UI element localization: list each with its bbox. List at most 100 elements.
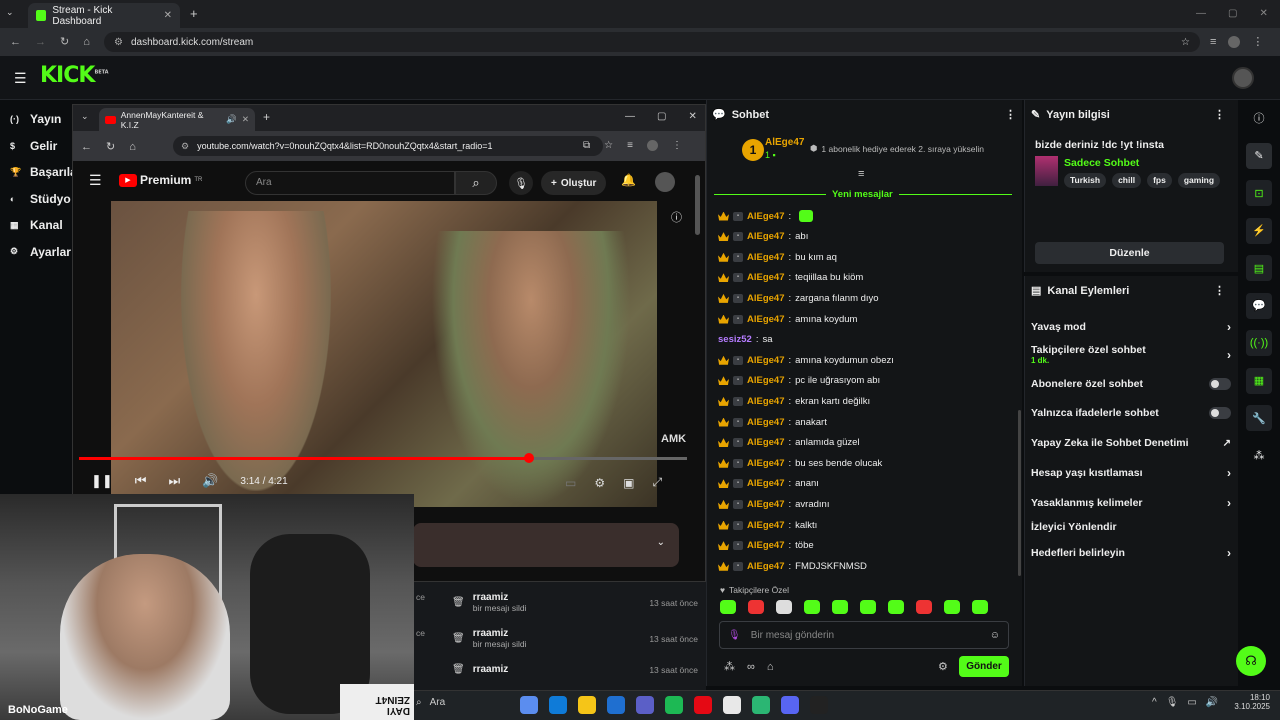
wrench-icon[interactable]: 🔧 [1246, 405, 1272, 431]
minimize-icon[interactable]: — [1196, 8, 1206, 19]
edit-stream-button[interactable]: Düzenle [1035, 242, 1224, 264]
chat-username[interactable]: AlEge47 [747, 396, 785, 407]
yt-voice-search-icon[interactable]: 🎙 [509, 171, 533, 195]
layout-icon[interactable]: ▦ [1246, 367, 1272, 394]
yt-search-button[interactable]: ⌕ [455, 171, 497, 195]
popup-tab-list-icon[interactable]: ⌄ [81, 111, 89, 122]
tray-volume-icon[interactable]: 🔊 [1206, 697, 1218, 708]
forward-icon[interactable]: → [35, 36, 46, 48]
channel-action-row[interactable]: Abonelere özel sohbet [1031, 378, 1231, 390]
chat-username[interactable]: AlEge47 [747, 499, 785, 510]
document-icon[interactable]: ▤ [1246, 255, 1272, 281]
nav-item-2[interactable]: 🏆 Başarılar [10, 165, 81, 179]
yt-avatar[interactable] [655, 172, 675, 192]
popup-scrollbar[interactable] [695, 175, 700, 235]
toggle-switch[interactable] [1209, 407, 1231, 419]
close-popup-tab-icon[interactable]: ✕ [242, 114, 249, 125]
mic-icon[interactable]: 🎙 [728, 630, 741, 641]
taskbar-app-0-icon[interactable] [520, 696, 538, 714]
popup-maximize-icon[interactable]: ▢ [657, 111, 666, 122]
taskbar-app-7-icon[interactable] [723, 696, 741, 714]
audio-playing-icon[interactable]: 🔊 [226, 114, 237, 125]
install-app-icon[interactable]: ⧉ [583, 140, 590, 151]
tag-chip[interactable]: chill [1112, 173, 1142, 188]
emote-5-icon[interactable] [860, 600, 876, 614]
chat-username[interactable]: AlEge47 [747, 561, 785, 572]
chat-username[interactable]: AlEge47 [747, 417, 785, 428]
home-icon[interactable]: ⌂ [83, 36, 90, 48]
taskbar-app-8-icon[interactable] [752, 696, 770, 714]
emote-9-icon[interactable] [972, 600, 988, 614]
previous-icon[interactable]: ⏮ [135, 473, 147, 489]
channel-action-row[interactable]: Yapay Zeka ile Sohbet Denetimi ↗ [1031, 437, 1231, 449]
video-player[interactable]: ⓘ AMK [111, 201, 686, 507]
chat-username[interactable]: AlEge47 [747, 520, 785, 531]
chevron-right-icon[interactable]: › [1227, 546, 1231, 560]
reload-icon[interactable]: ↻ [60, 35, 69, 48]
chat-username[interactable]: AlEge47 [747, 231, 785, 242]
store-icon[interactable]: ⌂ [767, 661, 774, 673]
site-info-icon[interactable]: ⚙ [114, 37, 123, 48]
toggle-switch[interactable] [1209, 378, 1231, 390]
chat-username[interactable]: AlEge47 [747, 272, 785, 283]
taskbar-search[interactable]: ⌕ Ara [416, 697, 445, 708]
chat-username[interactable]: AlEge47 [747, 458, 785, 469]
taskbar-app-10-icon[interactable] [810, 696, 828, 714]
chevron-right-icon[interactable]: › [1227, 466, 1231, 480]
external-link-icon[interactable]: ↗ [1223, 438, 1231, 449]
notifications-bell-icon[interactable]: 🔔 [621, 173, 636, 187]
taskbar-app-1-icon[interactable] [549, 696, 567, 714]
chat-menu-icon[interactable]: ⋮ [1005, 108, 1016, 121]
chevron-right-icon[interactable]: › [1227, 320, 1231, 334]
emote-8-icon[interactable] [944, 600, 960, 614]
channel-action-row[interactable]: İzleyici Yönlendir [1031, 521, 1231, 533]
subtitles-icon[interactable]: ▭ [565, 476, 576, 490]
hamburger-menu-icon[interactable]: ☰ [14, 70, 27, 87]
chat-username[interactable]: sesiz52 [718, 334, 752, 345]
tab-list-icon[interactable]: ⌄ [6, 7, 14, 18]
maximize-icon[interactable]: ▢ [1228, 8, 1237, 19]
nav-item-4[interactable]: ▦ Kanal [10, 218, 63, 232]
points-icon[interactable]: ⁂ [724, 660, 735, 673]
popup-close-icon[interactable]: ✕ [688, 111, 696, 122]
yt-description-box[interactable]: ⌄ [413, 523, 679, 567]
new-tab-icon[interactable]: + [190, 6, 198, 21]
chat-scrollbar[interactable] [1018, 410, 1021, 576]
tag-chip[interactable]: Turkish [1064, 173, 1107, 188]
broadcast-icon[interactable]: ((·)) [1246, 330, 1272, 356]
channel-action-row[interactable]: Hedefleri belirleyin › [1031, 546, 1231, 560]
browser-tab[interactable]: Stream - Kick Dashboard ✕ [28, 3, 180, 28]
tray-chevron-icon[interactable]: ^ [1152, 697, 1157, 708]
scan-icon[interactable]: ⊡ [1246, 180, 1272, 206]
reading-list-icon[interactable]: ≡ [1210, 36, 1216, 48]
taskbar-clock[interactable]: 18:10 3.10.2025 [1228, 693, 1270, 711]
infinity-icon[interactable]: ∞ [747, 661, 755, 673]
menu-icon[interactable]: ⋮ [1252, 35, 1263, 48]
chat-username[interactable]: AlEge47 [747, 540, 785, 551]
chat-username[interactable]: AlEge47 [747, 314, 785, 325]
popup-tab[interactable]: AnnenMayKantereit & K.I.Z 🔊 ✕ [99, 108, 255, 131]
bookmark-star-icon[interactable]: ☆ [1181, 37, 1190, 48]
chevron-right-icon[interactable]: › [1227, 496, 1231, 510]
yt-menu-icon[interactable]: ☰ [89, 172, 102, 189]
emote-0-icon[interactable] [720, 600, 736, 614]
close-window-icon[interactable]: ✕ [1259, 8, 1267, 19]
pause-icon[interactable]: ❚❚ [91, 473, 113, 489]
taskbar-app-4-icon[interactable] [636, 696, 654, 714]
channel-action-row[interactable]: Yasaklanmış kelimeler › [1031, 496, 1231, 510]
chat-username[interactable]: AlEge47 [747, 293, 785, 304]
popup-profile-avatar[interactable] [646, 140, 658, 151]
settings-gear-icon[interactable]: ⚙ [594, 476, 605, 490]
nav-item-0[interactable]: (·) Yayın [10, 112, 61, 126]
volume-icon[interactable]: 🔊 [202, 473, 218, 489]
profile-avatar[interactable] [1228, 35, 1241, 48]
nav-item-3[interactable]: ◐ Stüdyo [10, 192, 71, 206]
popup-back-icon[interactable]: ← [81, 141, 92, 153]
next-icon[interactable]: ⏭ [169, 473, 181, 489]
tray-network-icon[interactable]: ▭ [1187, 697, 1196, 708]
user-avatar[interactable] [1232, 67, 1254, 89]
chevron-right-icon[interactable]: › [1227, 348, 1231, 362]
channel-action-row[interactable]: Yavaş mod › [1031, 320, 1231, 334]
chat-username[interactable]: AlEge47 [747, 437, 785, 448]
pencil-icon[interactable]: ✎ [1246, 142, 1272, 169]
